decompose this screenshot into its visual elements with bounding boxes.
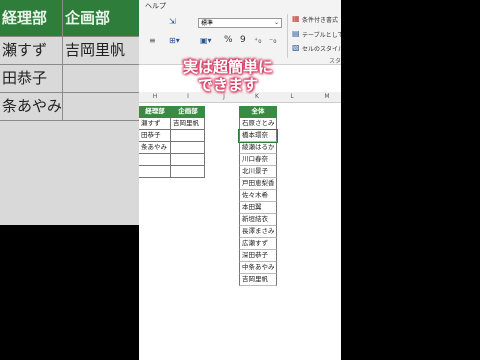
zoom-row: 条あやみ bbox=[0, 92, 139, 121]
all-name-cell[interactable]: 吉岡里帆 bbox=[239, 274, 277, 286]
column-header[interactable]: M bbox=[313, 92, 341, 102]
percent-button[interactable]: % bbox=[224, 35, 233, 45]
table-cell[interactable] bbox=[171, 166, 205, 178]
table-cell[interactable]: 田恭子 bbox=[139, 130, 171, 142]
chevron-down-icon[interactable]: ⌄ bbox=[274, 19, 279, 26]
all-name-cell[interactable]: 綾瀬はるか bbox=[239, 142, 277, 154]
styles-group-label: スタイ bbox=[329, 58, 341, 65]
table-cell[interactable] bbox=[171, 130, 205, 142]
all-name-cell[interactable]: 長澤まさみ bbox=[239, 226, 277, 238]
conditional-format-button[interactable]: 条件付き書式 bbox=[302, 15, 338, 24]
increase-decimal-icon[interactable]: ⁺₀ bbox=[254, 36, 261, 45]
zoom-header-cell: 企画部 bbox=[62, 0, 139, 36]
ribbon: ヘルプ ⇲ ≡ ⊞▾ 標準 ⌄ ▣▾ % 9 ⁺₀ ⁻₀ ▦ 条件付き書式 ▤ … bbox=[139, 0, 341, 65]
table-format-button[interactable]: テーブルとして bbox=[302, 30, 341, 39]
zoom-cell bbox=[62, 64, 139, 92]
all-name-cell[interactable]: 橋本環奈 bbox=[238, 129, 278, 143]
zoom-cell: 瀬すず bbox=[2, 41, 48, 59]
ribbon-divider bbox=[287, 14, 288, 58]
table-header-cell[interactable]: 企画部 bbox=[171, 106, 205, 118]
table-cell[interactable] bbox=[171, 142, 205, 154]
table-cell[interactable] bbox=[139, 154, 171, 166]
all-name-cell[interactable]: 中条あやみ bbox=[239, 262, 277, 274]
all-name-cell[interactable]: 佐々木希 bbox=[239, 190, 277, 202]
table-cell[interactable]: 瀬すず bbox=[139, 118, 171, 130]
left-zoom-panel: 経理部 企画部 瀬すず 吉岡里帆 田恭子 条あやみ bbox=[0, 0, 139, 225]
zoom-row: 田恭子 bbox=[0, 64, 139, 93]
caption-overlay: 実は超簡単に できます bbox=[183, 58, 273, 94]
comma-button[interactable]: 9 bbox=[240, 35, 246, 45]
zoom-row: 瀬すず 吉岡里帆 bbox=[0, 36, 139, 65]
all-name-cell[interactable]: 新垣結衣 bbox=[239, 214, 277, 226]
all-name-cell[interactable]: 広瀬すず bbox=[239, 238, 277, 250]
zoom-cell: 条あやみ bbox=[2, 97, 62, 115]
wrap-text-icon[interactable]: ⇲ bbox=[169, 17, 176, 26]
table-format-icon: ▤ bbox=[292, 29, 300, 38]
zoom-header-row: 経理部 企画部 bbox=[0, 0, 139, 37]
right-black-panel bbox=[341, 0, 480, 360]
caption-line1: 実は超簡単に bbox=[183, 58, 274, 76]
all-name-cell[interactable]: 川口春奈 bbox=[239, 154, 277, 166]
cell-style-button[interactable]: セルのスタイル bbox=[302, 44, 341, 53]
currency-icon[interactable]: ▣▾ bbox=[200, 36, 212, 45]
all-name-cell[interactable]: 本田翼 bbox=[239, 202, 277, 214]
column-header[interactable]: L bbox=[277, 92, 307, 102]
number-format-select[interactable]: 標準 bbox=[198, 18, 282, 28]
conditional-format-icon: ▦ bbox=[292, 14, 300, 23]
decrease-decimal-icon[interactable]: ⁻₀ bbox=[269, 36, 276, 45]
column-header[interactable]: H bbox=[143, 92, 167, 102]
all-name-cell[interactable]: 北川景子 bbox=[239, 166, 277, 178]
zoom-cell: 田恭子 bbox=[2, 69, 48, 87]
table-header-cell[interactable]: 経理部 bbox=[139, 106, 171, 118]
cell-style-icon: ▧ bbox=[292, 43, 300, 52]
table-cell[interactable] bbox=[171, 154, 205, 166]
zoom-cell: 吉岡里帆 bbox=[62, 36, 139, 64]
table-cell[interactable]: 条あやみ bbox=[139, 142, 171, 154]
excel-window: ヘルプ ⇲ ≡ ⊞▾ 標準 ⌄ ▣▾ % 9 ⁺₀ ⁻₀ ▦ 条件付き書式 ▤ … bbox=[139, 0, 341, 360]
zoom-header-cell: 経理部 bbox=[0, 0, 62, 36]
caption-line2: できます bbox=[198, 76, 259, 94]
menu-help[interactable]: ヘルプ bbox=[145, 1, 166, 11]
all-header-cell[interactable]: 全体 bbox=[239, 106, 277, 118]
indent-icon[interactable]: ≡ bbox=[149, 36, 156, 45]
table-cell[interactable] bbox=[139, 166, 171, 178]
all-name-cell[interactable]: 石原さとみ bbox=[239, 118, 277, 130]
zoom-cell bbox=[62, 92, 139, 120]
table-cell[interactable]: 吉岡里帆 bbox=[171, 118, 205, 130]
all-name-cell[interactable]: 深田恭子 bbox=[239, 250, 277, 262]
all-name-cell[interactable]: 戸田恵梨香 bbox=[239, 178, 277, 190]
merge-cells-icon[interactable]: ⊞▾ bbox=[169, 36, 180, 45]
